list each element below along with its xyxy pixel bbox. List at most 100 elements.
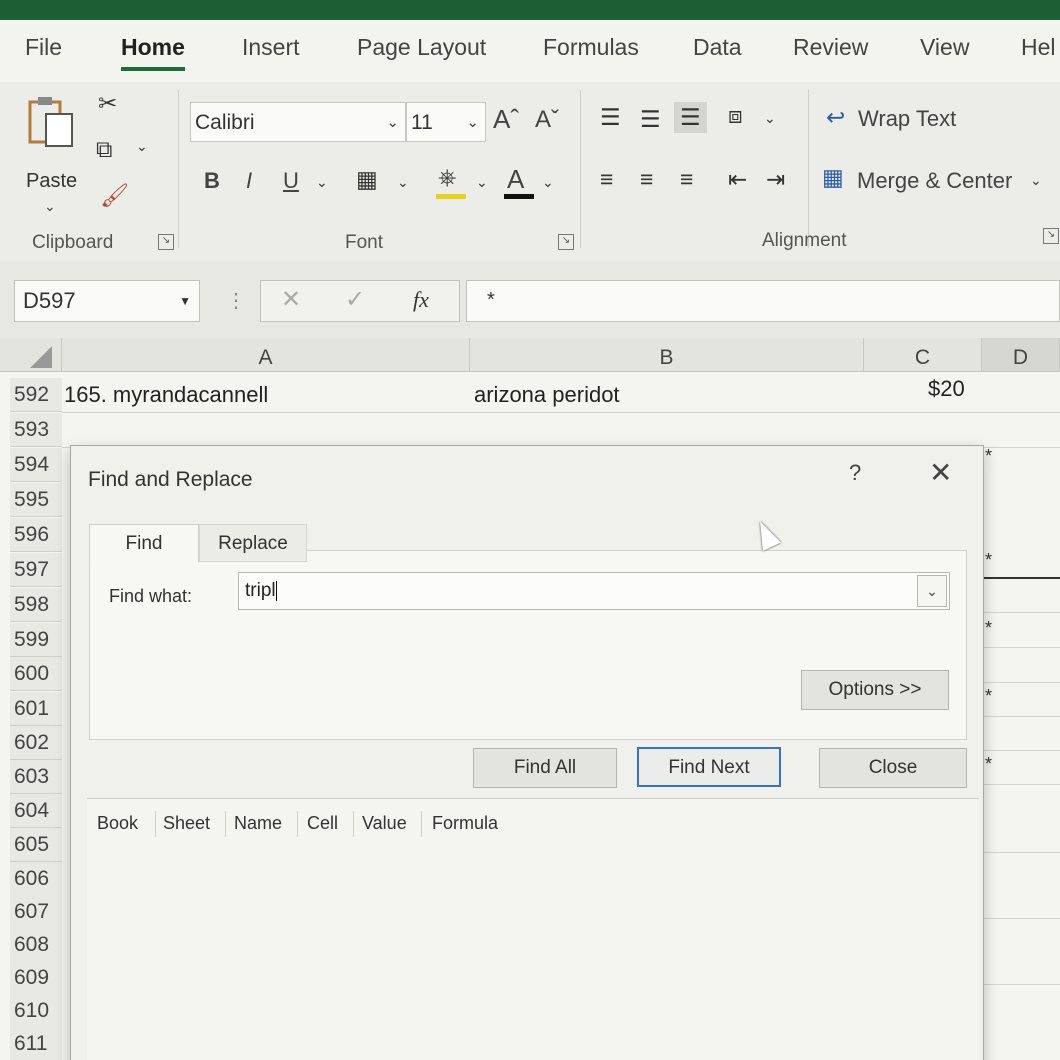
- grow-font-button[interactable]: Aˆ: [493, 104, 519, 135]
- merge-center-button[interactable]: Merge & Center: [857, 168, 1012, 194]
- row-header[interactable]: 602: [10, 726, 62, 760]
- row-header[interactable]: 595: [10, 483, 62, 517]
- cell-a592[interactable]: 165. myrandacannell: [64, 382, 268, 408]
- tab-formulas[interactable]: Formulas: [543, 34, 639, 61]
- row-header[interactable]: 597: [10, 553, 62, 587]
- font-name-dropdown[interactable]: Calibri ⌄: [190, 102, 406, 142]
- results-list[interactable]: Book Sheet Name Cell Value Formula: [87, 798, 979, 1060]
- font-size-dropdown[interactable]: 11 ⌄: [406, 102, 486, 142]
- column-header-a[interactable]: A: [62, 338, 470, 372]
- italic-button[interactable]: I: [246, 168, 252, 194]
- tab-view[interactable]: View: [920, 34, 969, 61]
- tab-file[interactable]: File: [25, 34, 62, 61]
- underline-button[interactable]: U: [283, 168, 299, 194]
- chevron-down-icon[interactable]: ⌄: [136, 138, 148, 155]
- shrink-font-button[interactable]: Aˇ: [535, 106, 559, 134]
- find-what-input[interactable]: tripl ⌄: [238, 572, 950, 610]
- tab-replace[interactable]: Replace: [199, 524, 307, 562]
- dialog-launcher-icon[interactable]: ↘: [1043, 228, 1059, 244]
- results-col-name[interactable]: Name: [234, 813, 282, 834]
- cut-icon[interactable]: ✂: [98, 90, 117, 117]
- select-all-corner[interactable]: [0, 338, 62, 372]
- enter-icon[interactable]: ✓: [345, 285, 365, 314]
- wrap-text-icon[interactable]: ↩: [826, 104, 845, 131]
- cell-d594[interactable]: *: [985, 446, 992, 467]
- orientation-icon[interactable]: ⧈: [728, 102, 743, 129]
- name-box[interactable]: D597 ▼: [14, 280, 200, 322]
- row-header[interactable]: 610: [10, 994, 62, 1028]
- cell-c592[interactable]: $20: [928, 376, 965, 402]
- results-col-value[interactable]: Value: [362, 813, 407, 834]
- help-icon[interactable]: ?: [849, 460, 861, 486]
- copy-icon[interactable]: ⧉: [96, 136, 112, 163]
- chevron-down-icon[interactable]: ⌄: [1030, 172, 1042, 189]
- wrap-text-button[interactable]: Wrap Text: [858, 106, 956, 132]
- format-painter-icon[interactable]: 🖌: [100, 182, 129, 209]
- find-all-button[interactable]: Find All: [473, 748, 617, 788]
- insert-function-icon[interactable]: fx: [413, 287, 429, 313]
- chevron-down-icon[interactable]: ⌄: [397, 174, 409, 191]
- fill-color-icon[interactable]: ⎈: [438, 164, 456, 191]
- row-header[interactable]: 607: [10, 895, 62, 929]
- row-header[interactable]: 599: [10, 623, 62, 657]
- column-header-c[interactable]: C: [864, 338, 982, 372]
- align-top-icon[interactable]: ☰: [600, 104, 621, 131]
- options-button[interactable]: Options >>: [801, 670, 949, 710]
- align-middle-icon[interactable]: ☰: [640, 106, 661, 133]
- cell-b592[interactable]: arizona peridot: [474, 382, 620, 408]
- paste-button[interactable]: Paste ⌄: [22, 94, 82, 214]
- tab-find[interactable]: Find: [89, 524, 199, 562]
- tab-home[interactable]: Home: [121, 34, 185, 71]
- find-next-button[interactable]: Find Next: [637, 747, 781, 787]
- more-options-icon[interactable]: ⋮: [226, 288, 246, 313]
- align-center-icon[interactable]: ≡: [640, 166, 653, 193]
- chevron-down-icon[interactable]: ⌄: [542, 174, 554, 191]
- results-col-sheet[interactable]: Sheet: [163, 813, 210, 834]
- column-header-b[interactable]: B: [470, 338, 864, 372]
- row-header[interactable]: 611: [10, 1027, 62, 1060]
- merge-center-icon[interactable]: ▦: [822, 164, 844, 191]
- bold-button[interactable]: B: [204, 168, 220, 194]
- cell-d599[interactable]: *: [985, 618, 992, 639]
- tab-help[interactable]: Hel: [1021, 34, 1056, 61]
- row-header[interactable]: 604: [10, 794, 62, 828]
- row-header[interactable]: 594: [10, 448, 62, 482]
- column-header-d[interactable]: D: [982, 338, 1060, 372]
- decrease-indent-icon[interactable]: ⇤: [728, 166, 747, 193]
- row-header[interactable]: 596: [10, 518, 62, 552]
- cell-d603[interactable]: *: [985, 754, 992, 775]
- tab-review[interactable]: Review: [793, 34, 868, 61]
- align-left-icon[interactable]: ≡: [600, 166, 613, 193]
- row-header[interactable]: 609: [10, 961, 62, 995]
- results-col-formula[interactable]: Formula: [432, 813, 498, 834]
- row-header[interactable]: 608: [10, 928, 62, 962]
- row-header[interactable]: 603: [10, 760, 62, 794]
- align-bottom-icon[interactable]: ☰: [674, 102, 707, 133]
- close-icon[interactable]: ✕: [929, 456, 952, 489]
- row-header[interactable]: 601: [10, 692, 62, 726]
- row-header[interactable]: 605: [10, 828, 62, 862]
- borders-icon[interactable]: ▦: [356, 166, 378, 193]
- chevron-down-icon[interactable]: ⌄: [917, 575, 947, 607]
- dialog-launcher-icon[interactable]: ↘: [558, 234, 574, 250]
- row-header[interactable]: 592: [10, 378, 62, 412]
- formula-input[interactable]: *: [466, 280, 1060, 322]
- results-col-cell[interactable]: Cell: [307, 813, 338, 834]
- dialog-launcher-icon[interactable]: ↘: [158, 234, 174, 250]
- row-header[interactable]: 593: [10, 413, 62, 447]
- row-header[interactable]: 606: [10, 862, 62, 896]
- chevron-down-icon[interactable]: ⌄: [316, 174, 328, 191]
- row-header[interactable]: 600: [10, 657, 62, 691]
- tab-page-layout[interactable]: Page Layout: [357, 34, 486, 61]
- close-button[interactable]: Close: [819, 748, 967, 788]
- results-col-book[interactable]: Book: [97, 813, 138, 834]
- tab-data[interactable]: Data: [693, 34, 742, 61]
- chevron-down-icon[interactable]: ⌄: [476, 174, 488, 191]
- font-color-button[interactable]: A: [507, 164, 524, 195]
- tab-insert[interactable]: Insert: [242, 34, 300, 61]
- cell-d597[interactable]: *: [985, 550, 992, 571]
- align-right-icon[interactable]: ≡: [680, 166, 693, 193]
- row-header[interactable]: 598: [10, 588, 62, 622]
- increase-indent-icon[interactable]: ⇥: [766, 166, 785, 193]
- cancel-icon[interactable]: ✕: [281, 285, 301, 314]
